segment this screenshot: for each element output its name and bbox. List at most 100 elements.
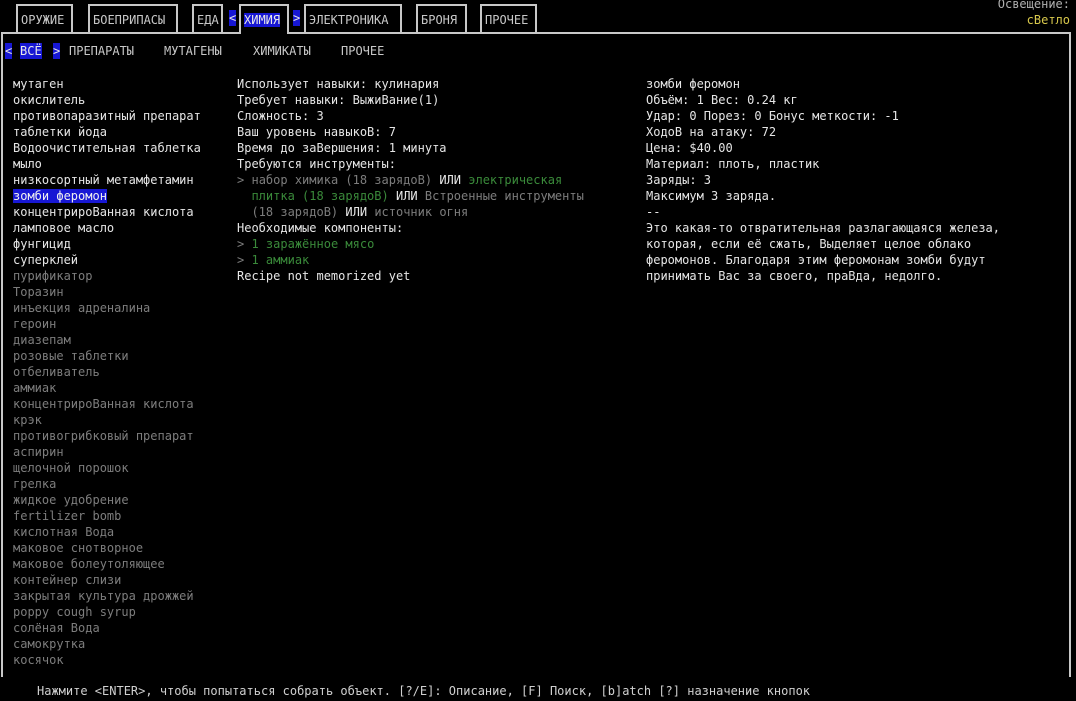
list-item[interactable]: кислотная Вода: [13, 524, 201, 540]
list-item[interactable]: противогрибковый препарат: [13, 428, 201, 444]
tab-electronics[interactable]: ЭЛЕКТРОНИКА: [304, 4, 402, 32]
list-item[interactable]: ламповое масло: [13, 220, 201, 236]
list-item[interactable]: концентрироВанная кислота: [13, 204, 201, 220]
list-item[interactable]: жидкое удобрение: [13, 492, 201, 508]
tab-ammo[interactable]: БОЕПРИПАСЫ: [88, 4, 178, 32]
tools-line-2: плитка (18 зарядоВ) ИЛИ Встроенные инстр…: [237, 188, 584, 204]
component-meat: 1 заражённое мясо: [251, 237, 375, 251]
component-ammonia: 1 аммиак: [251, 253, 310, 267]
tab-label: БРОНЯ: [421, 13, 458, 27]
subtab-drugs[interactable]: ПРЕПАРАТЫ: [69, 43, 134, 59]
subtab-mutagens[interactable]: МУТАГЕНЫ: [164, 43, 222, 59]
tab-weapons[interactable]: ОРУЖИЕ: [16, 4, 73, 32]
tool-hotplate: электрическая: [468, 173, 563, 187]
or-label: ИЛИ: [395, 189, 418, 203]
tools-line-3: (18 зарядоВ) ИЛИ источник огня: [237, 204, 584, 220]
list-item[interactable]: fertilizer bomb: [13, 508, 201, 524]
item-name: зомби феромон: [646, 77, 740, 91]
component-line-2: > 1 аммиак: [237, 252, 584, 268]
list-item[interactable]: отбеливатель: [13, 364, 201, 380]
item-description-2: которая, если её сжать, Выделяет целое о…: [646, 237, 972, 251]
or-label: ИЛИ: [439, 173, 462, 187]
bullet-icon: >: [237, 173, 245, 187]
tab-label: ХИМИЯ: [244, 13, 281, 27]
active-tab-gap: [241, 30, 287, 34]
component-line-1: > 1 заражённое мясо: [237, 236, 584, 252]
list-item[interactable]: концентрироВанная кислота: [13, 396, 201, 412]
tab-left-arrow-icon: <: [229, 10, 237, 26]
item-description-3: феромонов. Благодаря этим феромонам зомб…: [646, 253, 986, 267]
tab-label: ПРОЧЕЕ: [485, 13, 529, 27]
tab-right-arrow-icon: >: [293, 10, 301, 26]
list-item[interactable]: солёная Вода: [13, 620, 201, 636]
selected-label: зомби феромон: [13, 189, 107, 203]
subtab-left-arrow-icon: <: [5, 43, 13, 59]
item-max-charges: Максимум 3 заряда.: [646, 189, 777, 203]
tab-label: ЕДА: [197, 13, 219, 27]
item-separator: --: [646, 205, 661, 219]
tab-label: БОЕПРИПАСЫ: [93, 13, 166, 27]
list-item[interactable]: Водоочистительная таблетка: [13, 140, 201, 156]
or-label: ИЛИ: [345, 205, 368, 219]
list-item[interactable]: мутаген: [13, 76, 201, 92]
tab-other[interactable]: ПРОЧЕЕ: [480, 4, 537, 32]
requires-skill: Требует навыки: ВыжиВание(1): [237, 93, 440, 107]
list-item[interactable]: щелочной порошок: [13, 460, 201, 476]
list-item[interactable]: таблетки йода: [13, 124, 201, 140]
list-item[interactable]: розовые таблетки: [13, 348, 201, 364]
tool-hotplate-charges: плитка (18 зарядоВ): [251, 189, 389, 203]
list-item[interactable]: аммиак: [13, 380, 201, 396]
tool-fire-source: источник огня: [374, 205, 469, 219]
list-item[interactable]: диазепам: [13, 332, 201, 348]
list-item[interactable]: poppy cough syrup: [13, 604, 201, 620]
subtab-all[interactable]: ВСЁ: [20, 43, 42, 59]
your-skill-level: Ваш уровень навыкоВ: 7: [237, 125, 396, 139]
list-item[interactable]: окислитель: [13, 92, 201, 108]
list-item[interactable]: фунгицид: [13, 236, 201, 252]
list-item[interactable]: закрытая культура дрожжей: [13, 588, 201, 604]
list-item[interactable]: противопаразитный препарат: [13, 108, 201, 124]
list-item[interactable]: маковое снотворное: [13, 540, 201, 556]
tool-integrated-charges: (18 зарядоВ): [251, 205, 339, 219]
list-item[interactable]: самокрутка: [13, 636, 201, 652]
bullet-icon: >: [237, 253, 245, 267]
subtab-right-arrow-icon: >: [53, 43, 61, 59]
subtab-chemicals[interactable]: ХИМИКАТЫ: [253, 43, 311, 59]
list-item[interactable]: маковое болеутоляющее: [13, 556, 201, 572]
tab-label: ОРУЖИЕ: [21, 13, 65, 27]
subtab-other[interactable]: ПРОЧЕЕ: [341, 43, 384, 59]
list-item-selected[interactable]: зомби феромон: [13, 188, 201, 204]
tab-chemistry[interactable]: ХИМИЯ: [239, 4, 289, 32]
lighting-label: Освещение:: [997, 0, 1070, 11]
lighting-value: сВетло: [1026, 13, 1070, 27]
list-item[interactable]: героин: [13, 316, 201, 332]
item-description-4: принимать Вас за своего, праВда, недолго…: [646, 269, 943, 283]
tools-line-1: > набор химика (18 зарядоВ) ИЛИ электрич…: [237, 172, 584, 188]
list-item[interactable]: пурификатор: [13, 268, 201, 284]
item-volume-weight: Объём: 1 Вес: 0.24 кг: [646, 93, 798, 107]
tab-food[interactable]: ЕДА: [192, 4, 223, 32]
list-item[interactable]: аспирин: [13, 444, 201, 460]
recipe-list: мутаген окислитель противопаразитный пре…: [13, 76, 201, 668]
item-charges: Заряды: 3: [646, 173, 712, 187]
list-item[interactable]: суперклей: [13, 252, 201, 268]
list-item[interactable]: крэк: [13, 412, 201, 428]
list-item[interactable]: инъекция адреналина: [13, 300, 201, 316]
item-info: зомби феромон Объём: 1 Вес: 0.24 кг Удар…: [646, 76, 1000, 284]
recipe-details: Использует навыки: кулинария Требует нав…: [237, 76, 584, 284]
list-item[interactable]: косячок: [13, 652, 201, 668]
item-material: Материал: плоть, пластик: [646, 157, 820, 171]
list-item[interactable]: Торазин: [13, 284, 201, 300]
list-item[interactable]: контейнер слизи: [13, 572, 201, 588]
item-moves: ХодоВ на атаку: 72: [646, 125, 777, 139]
tool-chem-kit: набор химика (18 зарядоВ): [251, 173, 433, 187]
footer-hint: Нажмите <ENTER>, чтобы попытаться собрат…: [37, 684, 811, 698]
list-item[interactable]: грелка: [13, 476, 201, 492]
tool-integrated: Встроенные инструменты: [424, 189, 584, 203]
difficulty: Сложность: 3: [237, 109, 324, 123]
bullet-icon: >: [237, 237, 245, 251]
components-header: Необходимые компоненты:: [237, 221, 404, 235]
tab-armor[interactable]: БРОНЯ: [416, 4, 467, 32]
list-item[interactable]: низкосортный метамфетамин: [13, 172, 201, 188]
list-item[interactable]: мыло: [13, 156, 201, 172]
